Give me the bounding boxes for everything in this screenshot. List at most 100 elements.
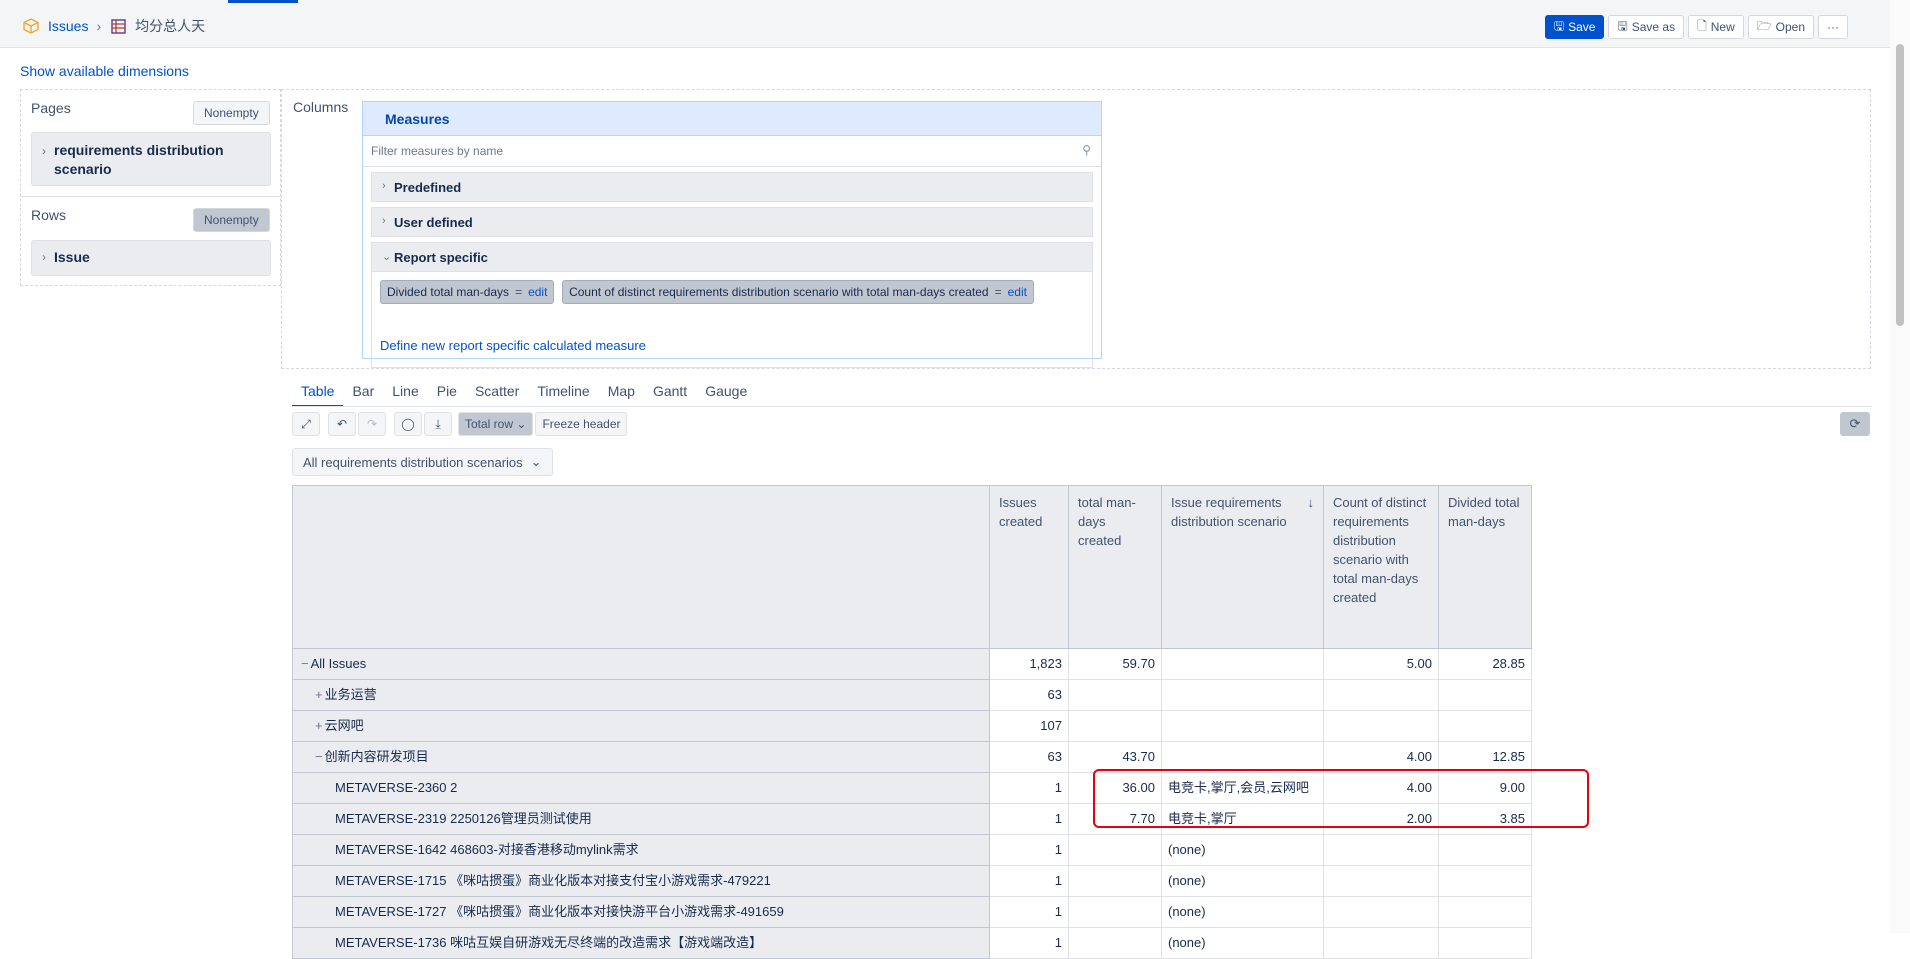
collapse-icon[interactable]: − [315,749,323,764]
column-header[interactable]: ↓ Issue requirements distribution scenari… [1161,485,1324,649]
table-cell[interactable] [1161,648,1324,680]
tab-table[interactable]: Table [292,381,344,407]
table-cell[interactable]: (none) [1161,896,1324,928]
table-cell[interactable]: 1,823 [989,648,1069,680]
redo-button[interactable]: ↷ [358,412,386,436]
tab-pie[interactable]: Pie [428,381,466,407]
column-header[interactable]: total man-days created [1068,485,1162,649]
tab-gauge[interactable]: Gauge [696,381,756,407]
table-cell[interactable] [1323,865,1439,897]
column-header[interactable]: Issues created [989,485,1069,649]
tab-scatter[interactable]: Scatter [466,381,528,407]
table-cell[interactable] [1323,834,1439,866]
table-cell[interactable]: 63 [989,679,1069,711]
table-cell[interactable] [1438,679,1532,711]
vertical-scrollbar[interactable] [1890,0,1910,933]
tab-gantt[interactable]: Gantt [644,381,696,407]
expand-icon[interactable]: + [315,718,323,733]
measures-filter-input[interactable]: Filter measures by name ⚲ [363,136,1101,167]
table-cell[interactable] [1161,710,1324,742]
measure-chip[interactable]: Count of distinct requirements distribut… [562,280,1034,304]
table-cell[interactable] [1438,927,1532,959]
collapse-icon[interactable]: − [301,656,309,671]
measures-header[interactable]: Measures [363,102,1101,136]
export-button[interactable]: ⤓ [424,412,452,436]
table-cell[interactable]: 1 [989,865,1069,897]
table-cell[interactable] [1068,896,1162,928]
table-cell[interactable]: 107 [989,710,1069,742]
row-header[interactable]: − 创新内容研发项目 [292,741,990,773]
measure-chip[interactable]: Divided total man-days = edit [380,280,555,304]
measure-group-predefined[interactable]: › Predefined [371,172,1093,202]
table-cell[interactable] [1068,865,1162,897]
table-cell[interactable]: 43.70 [1068,741,1162,773]
expand-icon[interactable]: + [315,687,323,702]
table-cell[interactable]: 63 [989,741,1069,773]
table-cell[interactable] [1438,710,1532,742]
row-header[interactable]: METAVERSE-2360 2 [292,772,990,804]
table-cell[interactable]: 1 [989,927,1069,959]
new-button[interactable]: 🗋 New [1688,15,1744,39]
column-header[interactable]: Count of distinct requirements distribut… [1323,485,1439,649]
comment-button[interactable]: ◯ [394,412,422,436]
table-cell[interactable] [1068,834,1162,866]
table-cell[interactable]: (none) [1161,834,1324,866]
save-button[interactable]: 🖫 Save [1544,15,1605,39]
table-cell[interactable]: 5.00 [1323,648,1439,680]
tab-bar[interactable]: Bar [343,381,383,407]
define-new-measure-link[interactable]: Define new report specific calculated me… [380,338,646,353]
table-cell[interactable]: 1 [989,896,1069,928]
total-row-dropdown[interactable]: Total row ⌄ [458,412,534,436]
table-cell[interactable] [1161,741,1324,773]
refresh-button[interactable]: ⟳ [1840,412,1870,436]
table-cell[interactable] [1323,710,1439,742]
row-header[interactable]: METAVERSE-1736 咪咕互娱自研游戏无尽终端的改造需求【游戏端改造】 [292,927,990,959]
table-cell[interactable]: (none) [1161,865,1324,897]
edit-link[interactable]: edit [528,285,547,299]
pages-dimension[interactable]: › requirements distribution scenario [31,132,271,186]
tab-line[interactable]: Line [383,381,427,407]
column-header[interactable]: Divided total man-days [1438,485,1532,649]
breadcrumb-issues-link[interactable]: Issues [48,18,88,34]
row-header[interactable]: METAVERSE-2319 2250126管理员测试使用 [292,803,990,835]
table-cell[interactable] [1438,896,1532,928]
save-as-button[interactable]: 🖫 Save as [1608,15,1685,39]
table-cell[interactable] [1323,896,1439,928]
table-cell[interactable] [1438,834,1532,866]
row-header[interactable]: + 云网吧 [292,710,990,742]
edit-link[interactable]: edit [1008,285,1027,299]
undo-button[interactable]: ↶ [328,412,356,436]
rows-dimension[interactable]: › Issue [31,240,271,276]
row-header[interactable]: METAVERSE-1715 《咪咕掼蛋》商业化版本对接支付宝小游戏需求-479… [292,865,990,897]
measure-group-user-defined[interactable]: › User defined [371,207,1093,237]
row-header[interactable]: METAVERSE-1642 468603-对接香港移动mylink需求 [292,834,990,866]
table-cell[interactable]: 59.70 [1068,648,1162,680]
freeze-header-button[interactable]: Freeze header [535,412,628,436]
row-header[interactable]: METAVERSE-1727 《咪咕掼蛋》商业化版本对接快游平台小游戏需求-49… [292,896,990,928]
pages-nonempty-toggle[interactable]: Nonempty [193,101,270,125]
more-button[interactable]: ··· [1818,15,1848,39]
table-cell[interactable] [1068,927,1162,959]
row-header[interactable]: + 业务运营 [292,679,990,711]
rows-nonempty-toggle[interactable]: Nonempty [193,208,270,232]
table-cell[interactable]: 12.85 [1438,741,1532,773]
page-selector[interactable]: All requirements distribution scenarios ⌄ [292,448,553,476]
scrollbar-thumb[interactable] [1896,44,1904,326]
table-cell[interactable] [1438,865,1532,897]
table-cell[interactable] [1323,679,1439,711]
table-cell[interactable]: (none) [1161,927,1324,959]
table-cell[interactable] [1323,927,1439,959]
table-cell[interactable]: 1 [989,834,1069,866]
show-dimensions-link[interactable]: Show available dimensions [20,63,189,79]
fullscreen-button[interactable]: ⤢ [292,412,320,436]
table-cell[interactable] [1068,679,1162,711]
table-cell[interactable] [1161,679,1324,711]
table-cell[interactable] [1068,710,1162,742]
table-cell[interactable]: 1 [989,772,1069,804]
tab-map[interactable]: Map [599,381,644,407]
table-cell[interactable]: 28.85 [1438,648,1532,680]
table-cell[interactable]: 1 [989,803,1069,835]
row-header[interactable]: − All Issues [292,648,990,680]
measure-group-report-specific[interactable]: ⌄ Report specific [371,242,1093,272]
open-button[interactable]: 🗁 Open [1747,15,1814,39]
